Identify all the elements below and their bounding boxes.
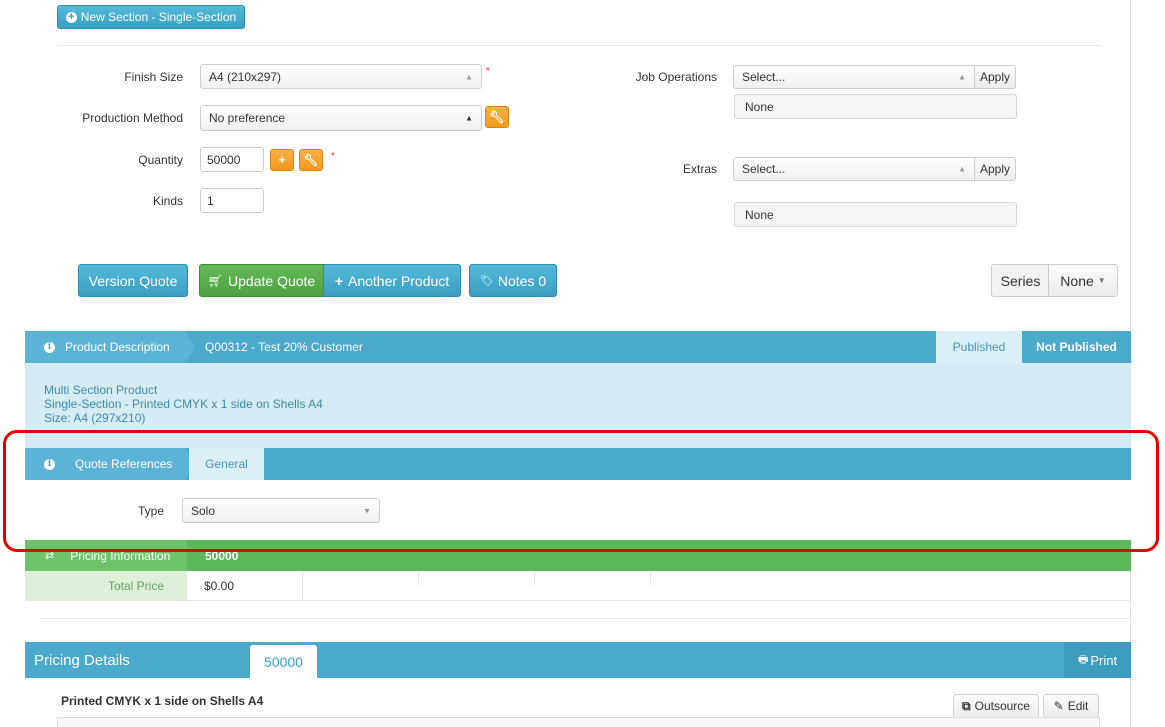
pricing-item-title: Printed CMYK x 1 side on Shells A4 (61, 694, 264, 708)
series-dropdown[interactable]: None ▼ (1048, 264, 1118, 297)
pricing-details-bar: Pricing Details 50000 🖶︎ Print (25, 642, 1131, 678)
print-icon: 🖶︎ (1077, 653, 1089, 666)
total-price-label: Total Price (25, 571, 187, 601)
job-operations-label: Job Operations (635, 70, 717, 84)
plus-circle-icon: + (65, 11, 77, 23)
exchange-icon: ⇄ (45, 550, 55, 562)
outsource-button[interactable]: ⧉ Outsource (953, 694, 1039, 718)
notes-button[interactable]: 🏷︎ Notes 0 (469, 264, 557, 297)
pricing-information-title: ⇄ Pricing Information (25, 540, 187, 571)
extras-select[interactable]: Select... ▲ (733, 157, 975, 181)
extras-selected: None (734, 202, 1017, 227)
edit-button[interactable]: ✎ Edit (1043, 694, 1099, 718)
info-icon: i (44, 341, 55, 353)
caret-up-icon: ▲ (958, 72, 966, 82)
required-marker: * (486, 66, 490, 77)
job-operations-placeholder: Select... (742, 70, 786, 84)
edit-icon: ✎ (1053, 699, 1064, 713)
product-description-panel: Multi Section Product Single-Section - P… (25, 363, 1131, 448)
another-product-label: Another Product (348, 272, 450, 289)
cart-icon: 🛒︎ (207, 273, 224, 288)
quote-references-title: i Quote References (25, 448, 185, 480)
kinds-input[interactable]: 1 (200, 188, 264, 213)
top-divider (57, 45, 1101, 46)
pricing-table-header (57, 717, 1100, 727)
product-description-title: i Product Description (25, 331, 185, 363)
type-value: Solo (191, 503, 216, 518)
production-method-label: Production Method (82, 111, 183, 125)
finish-size-value: A4 (210x297) (209, 69, 282, 84)
caret-down-icon: ▼ (1097, 276, 1106, 285)
wrench-icon: 🔧︎ (303, 153, 319, 167)
info-icon: i (44, 458, 55, 470)
wrench-icon: 🔧︎ (489, 110, 505, 124)
plus-icon: + (334, 272, 343, 289)
quote-references-label: Quote References (75, 457, 173, 471)
section-divider (40, 618, 1130, 619)
published-tab[interactable]: Published (936, 331, 1022, 363)
new-section-label: New Section - Single-Section (80, 10, 237, 24)
column-divider (650, 571, 651, 585)
total-price-value: $0.00 (204, 579, 235, 593)
pricing-quantity: 50000 (205, 548, 239, 563)
pricing-information-label: Pricing Information (70, 548, 171, 563)
product-description-bar: i Product Description Q00312 - Test 20% … (25, 331, 1131, 363)
finish-size-label: Finish Size (124, 70, 183, 84)
caret-down-icon: ▼ (363, 506, 371, 515)
type-label: Type (137, 504, 164, 518)
extras-placeholder: Select... (742, 162, 786, 176)
print-label: Print (1090, 652, 1118, 668)
quote-references-bar: i Quote References General (25, 448, 1131, 480)
quantity-wrench-button[interactable]: 🔧︎ (299, 149, 323, 171)
outsource-label: Outsource (974, 699, 1030, 713)
job-operations-select[interactable]: Select... ▲ (733, 65, 975, 89)
product-description-label: Product Description (65, 340, 170, 354)
version-quote-button[interactable]: Version Quote (78, 264, 188, 297)
print-button[interactable]: 🖶︎ Print (1064, 642, 1131, 678)
tab-quantity-50000[interactable]: 50000 (250, 645, 317, 678)
update-quote-button[interactable]: 🛒︎ Update Quote (199, 264, 324, 297)
add-quantity-button[interactable]: + (270, 149, 294, 171)
external-link-icon: ⧉ (962, 698, 971, 713)
extras-apply-button[interactable]: Apply (975, 157, 1016, 181)
notes-label: Notes 0 (497, 272, 547, 289)
pricing-information-bar: ⇄ Pricing Information 50000 (25, 540, 1131, 571)
caret-up-icon: ▲ (465, 113, 473, 123)
caret-up-icon: ▲ (958, 164, 966, 174)
extras-label: Extras (682, 162, 717, 176)
column-divider (534, 571, 535, 585)
job-operations-selected: None (734, 94, 1017, 119)
quote-title: Q00312 - Test 20% Customer (205, 340, 363, 354)
pricing-row: $0.00 (187, 571, 1131, 601)
description-line: Multi Section Product (44, 383, 158, 397)
job-operations-apply-button[interactable]: Apply (975, 65, 1016, 89)
type-select[interactable]: Solo ▼ (182, 498, 380, 523)
edit-label: Edit (1067, 699, 1089, 713)
tab-general[interactable]: General (189, 448, 264, 480)
finish-size-select[interactable]: A4 (210x297) ▲ (200, 64, 482, 89)
pricing-details-title: Pricing Details (34, 652, 130, 669)
update-quote-label: Update Quote (228, 272, 316, 289)
not-published-tab[interactable]: Not Published (1022, 331, 1131, 363)
series-label: Series (991, 264, 1049, 297)
kinds-label: Kinds (152, 194, 183, 208)
caret-up-icon: ▲ (465, 72, 473, 81)
plus-icon: + (278, 153, 286, 167)
series-value: None (1060, 272, 1094, 289)
column-divider (418, 571, 419, 585)
production-method-select[interactable]: No preference ▲ (200, 105, 482, 131)
quantity-input[interactable]: 50000 (200, 147, 264, 172)
quantity-label: Quantity (138, 153, 183, 167)
production-method-value: No preference (209, 111, 286, 125)
another-product-button[interactable]: + Another Product (323, 264, 461, 297)
column-divider (302, 571, 303, 601)
description-line: Single-Section - Printed CMYK x 1 side o… (44, 397, 323, 411)
new-section-button[interactable]: + New Section - Single-Section (57, 5, 245, 29)
breadcrumb-arrow (185, 331, 195, 363)
production-method-wrench-button[interactable]: 🔧︎ (485, 106, 509, 128)
required-marker: * (331, 151, 335, 162)
description-line: Size: A4 (297x210) (44, 411, 146, 425)
tag-icon: 🏷︎ (479, 275, 494, 287)
